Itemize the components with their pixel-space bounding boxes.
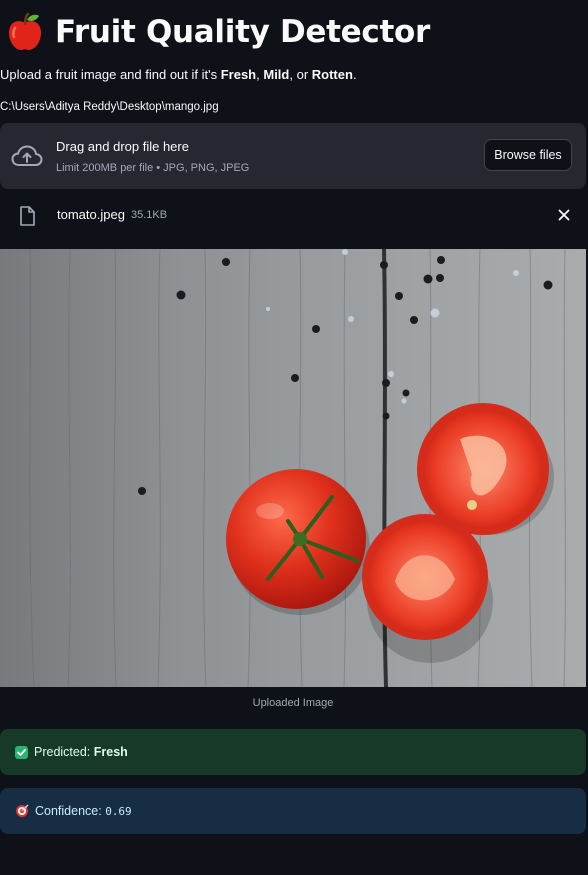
dropzone-title: Drag and drop file here [56,139,189,154]
intro-sep: , or [289,67,312,82]
intro-lead: Upload a fruit image and find out if it'… [0,67,221,82]
intro-fresh: Fresh [220,67,257,82]
prediction-alert: Predicted: Fresh [0,729,586,775]
target-icon [16,804,29,817]
file-icon [20,206,35,226]
close-icon [558,209,570,221]
prediction-value: Fresh [93,745,128,759]
intro-end: . [352,67,357,82]
uploaded-file-row: tomato.jpeg 35.1KB [0,198,588,234]
dropzone-limit: Limit 200MB per file • JPG, PNG, JPEG [56,162,250,174]
confidence-alert: Confidence: 0.69 [0,788,586,834]
red-apple-icon [9,12,41,50]
file-name: tomato.jpeg [57,207,125,222]
page-title-text: Fruit Quality Detector [55,14,430,50]
page-title: Fruit Quality Detector [5,8,430,56]
confidence-value: 0.69 [105,805,132,818]
cloud-upload-icon [11,145,43,166]
file-path-text: C:\Users\Aditya Reddy\Desktop\mango.jpg [0,101,219,113]
file-size: 35.1KB [131,209,168,221]
prediction-label: Predicted: [34,745,94,759]
intro-rotten: Rotten [311,67,353,82]
confidence-text: Confidence: 0.69 [35,804,132,818]
image-caption: Uploaded Image [252,697,334,709]
prediction-text: Predicted: Fresh [34,745,128,759]
intro-text: Upload a fruit image and find out if it'… [0,67,357,82]
file-uploader-dropzone[interactable]: Drag and drop file here Limit 200MB per … [0,123,586,189]
uploaded-image [0,249,586,687]
remove-file-button[interactable] [555,206,573,224]
intro-mild: Mild [263,67,290,82]
check-icon [15,745,28,759]
confidence-label: Confidence: [35,804,106,818]
browse-files-button[interactable]: Browse files [484,139,572,171]
